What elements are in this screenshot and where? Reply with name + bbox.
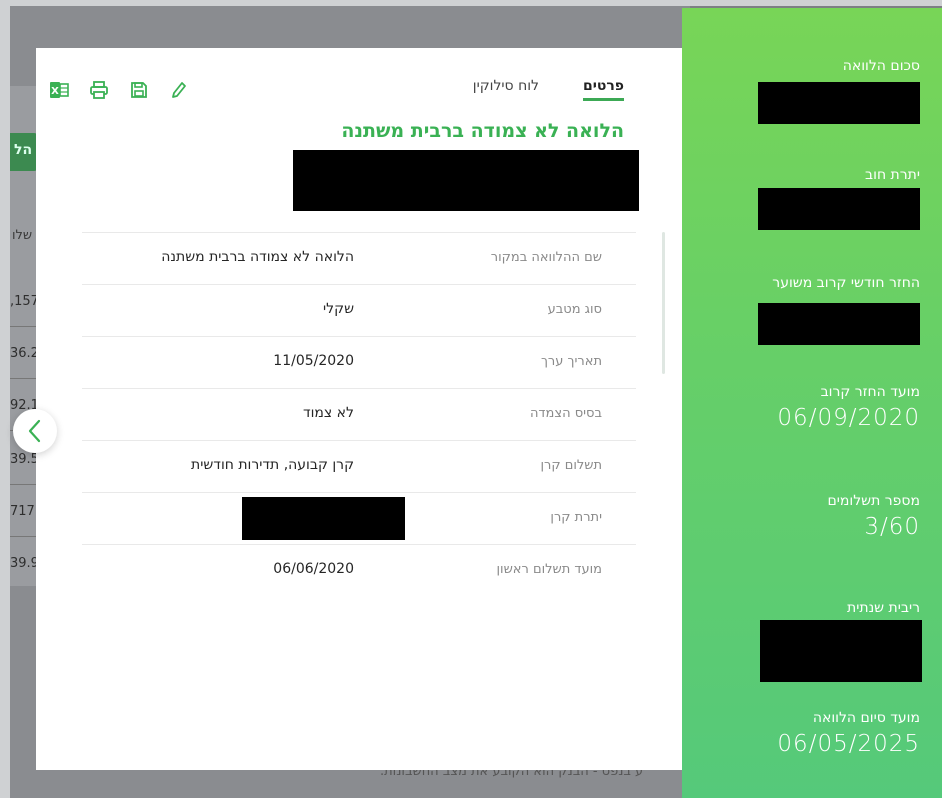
tab-amortization-schedule[interactable]: לוח סילוקין	[473, 78, 539, 101]
summary-debt-balance: יתרת חוב	[865, 167, 920, 183]
summary-payments-count: מספר תשלומים 3/60	[827, 493, 920, 540]
summary-label: ריבית שנתית	[847, 600, 920, 616]
row-value: 06/06/2020	[273, 561, 354, 577]
row-label: יתרת קרן	[550, 510, 602, 525]
modal-tabs: פרטים לוח סילוקין	[473, 78, 624, 101]
loan-summary-sidebar: סכום הלוואה יתרת חוב החזר חודשי קרוב משו…	[682, 8, 942, 798]
table-row: יתרת קרן	[82, 492, 636, 544]
row-value: לא צמוד	[302, 405, 354, 421]
background-cell: 39.5	[10, 452, 38, 467]
table-row: תשלום קרן קרן קבועה, תדירות חודשית	[82, 440, 636, 492]
summary-value: 3/60	[864, 514, 920, 540]
table-row: בסיס הצמדה לא צמוד	[82, 388, 636, 440]
print-icon[interactable]	[88, 79, 110, 101]
redacted-loan-amount	[758, 82, 920, 124]
loan-details-table: שם ההלוואה במקור הלואה לא צמודה ברבית מש…	[82, 232, 636, 596]
summary-label: יתרת חוב	[865, 167, 920, 183]
background-cell: 36.2	[10, 346, 38, 361]
summary-label: סכום הלוואה	[842, 58, 920, 74]
summary-label: מועד החזר קרוב	[820, 384, 920, 400]
scroll-indicator[interactable]	[662, 232, 665, 374]
background-column-header: שלו	[12, 228, 33, 243]
redacted-debt-balance	[758, 188, 920, 230]
row-label: מועד תשלום ראשון	[496, 562, 602, 577]
summary-label: החזר חודשי קרוב משוער	[772, 275, 920, 291]
svg-text:X: X	[51, 86, 59, 97]
summary-annual-interest: ריבית שנתית	[847, 600, 920, 616]
row-value: 11/05/2020	[273, 353, 354, 369]
save-icon[interactable]	[128, 79, 150, 101]
background-left-strip	[0, 0, 10, 798]
row-label: סוג מטבע	[547, 302, 602, 317]
summary-next-payment-date: מועד החזר קרוב 06/09/2020	[777, 384, 920, 431]
previous-button[interactable]	[13, 409, 57, 453]
background-row-divider	[10, 484, 38, 485]
excel-icon[interactable]: X	[48, 79, 70, 101]
summary-label: מועד סיום הלוואה	[812, 710, 920, 726]
summary-value: 06/09/2020	[777, 405, 920, 431]
redacted-annual-interest	[760, 620, 922, 682]
summary-value: 06/05/2025	[777, 731, 920, 757]
redacted-monthly-payment	[758, 303, 920, 345]
background-button-text: הל	[14, 142, 33, 158]
summary-label: מספר תשלומים	[827, 493, 920, 509]
row-value: שקלי	[323, 301, 354, 317]
redacted-principal-balance	[242, 497, 405, 540]
summary-loan-end-date: מועד סיום הלוואה 06/05/2025	[777, 710, 920, 757]
table-row: שם ההלוואה במקור הלואה לא צמודה ברבית מש…	[82, 232, 636, 284]
summary-loan-amount: סכום הלוואה	[843, 58, 920, 74]
loan-title: הלואה לא צמודה ברבית משתנה	[341, 120, 624, 142]
row-value: הלואה לא צמודה ברבית משתנה	[161, 249, 354, 265]
background-row-divider	[10, 378, 38, 379]
loan-details-modal: X פרטים לוח סילוקין הלואה לא צמודה ברבית…	[36, 48, 682, 770]
modal-toolbar: X	[48, 79, 190, 101]
background-row-divider	[10, 326, 38, 327]
row-label: תאריך ערך	[540, 354, 602, 369]
table-row: סוג מטבע שקלי	[82, 284, 636, 336]
row-value: קרן קבועה, תדירות חודשית	[191, 457, 354, 473]
summary-monthly-payment: החזר חודשי קרוב משוער	[772, 275, 920, 291]
table-row: תאריך ערך 11/05/2020	[82, 336, 636, 388]
row-label: שם ההלוואה במקור	[490, 250, 602, 265]
redacted-loan-subtitle	[293, 150, 639, 211]
chevron-left-icon	[28, 419, 41, 443]
row-label: בסיס הצמדה	[529, 406, 602, 421]
row-label: תשלום קרן	[540, 458, 602, 473]
background-cell: 717.9	[10, 504, 38, 519]
table-row: מועד תשלום ראשון 06/06/2020	[82, 544, 636, 596]
background-cell: 39.9	[10, 556, 38, 571]
background-action-button: הל	[10, 133, 38, 171]
tab-details[interactable]: פרטים	[582, 78, 624, 101]
background-row-divider	[10, 536, 38, 537]
background-cell: ,157	[10, 294, 38, 309]
background-top-strip	[0, 0, 942, 6]
edit-icon[interactable]	[168, 79, 190, 101]
